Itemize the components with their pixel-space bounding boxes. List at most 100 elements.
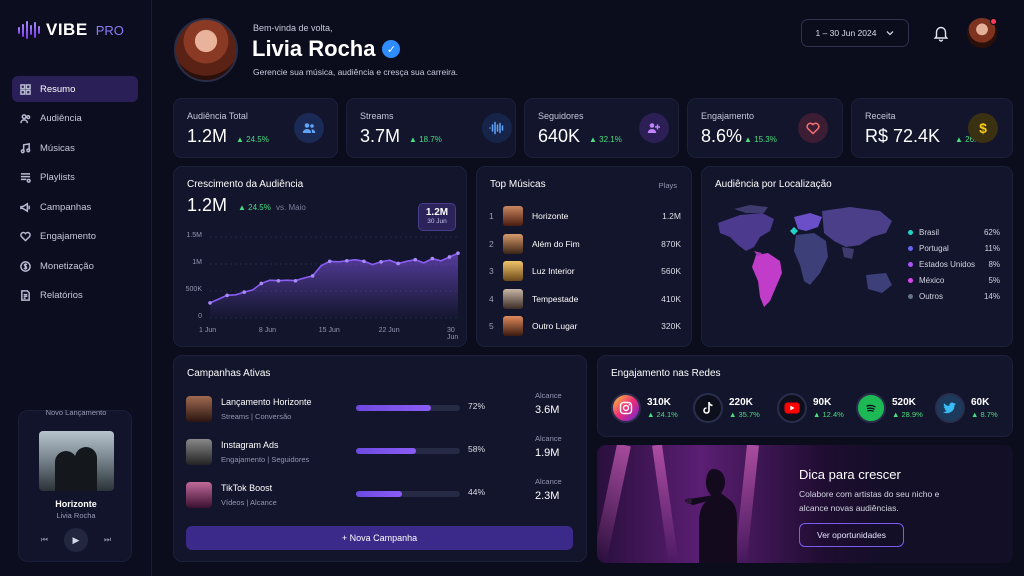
legend-item: México 5%	[908, 274, 1000, 286]
date-range-select[interactable]: 1 – 30 Jun 2024	[801, 19, 909, 47]
release-artist: Livia Rocha	[56, 511, 96, 520]
data-point[interactable]	[362, 259, 366, 264]
nav-item-resumo[interactable]: Resumo	[12, 76, 138, 102]
data-point[interactable]	[208, 301, 212, 305]
logo[interactable]: VIBE PRO	[18, 20, 124, 40]
nav-item-audiencia[interactable]: Audiência	[12, 106, 138, 132]
nav-item-engajamento[interactable]: Engajamento	[12, 224, 138, 250]
social-value: 60K	[971, 397, 990, 408]
bell-icon[interactable]	[932, 24, 950, 42]
legend-country: Estados Unidos	[919, 259, 976, 269]
data-point[interactable]	[242, 290, 247, 294]
verified-icon: ✓	[382, 40, 401, 58]
song-plays: 870K	[661, 238, 681, 249]
song-row[interactable]: 1 Horizonte 1.2M	[489, 205, 681, 227]
see-opportunities-button[interactable]: Ver oportunidades	[799, 523, 904, 547]
campaign-row[interactable]: TikTok Boost Vídeos | Alcance 44% Alcanc…	[186, 477, 564, 514]
stat-change: ▲ 18.7%	[409, 135, 442, 144]
data-point[interactable]	[293, 278, 298, 283]
play-button[interactable]: ▶	[64, 528, 88, 552]
campaign-name: Instagram Ads	[221, 440, 279, 450]
x-tick-label: 1 Jun	[199, 327, 217, 334]
tip-title: Dica para crescer	[799, 467, 901, 482]
song-plays: 320K	[661, 321, 681, 331]
tooltip-value: 1.2M	[425, 207, 449, 218]
social-item-spotify[interactable]: 520K ▲ 28.9%	[856, 392, 923, 424]
page-subtitle: Gerencie sua música, audiência e cresça …	[253, 67, 459, 77]
nav-item-campanhas[interactable]: Campanhas	[12, 194, 138, 220]
previous-icon[interactable]: ⏮	[41, 535, 48, 545]
data-point[interactable]	[447, 255, 452, 259]
song-row[interactable]: 5 Outro Lugar 320K	[489, 315, 681, 337]
data-point[interactable]	[345, 258, 349, 263]
nav-label: Campanhas	[40, 201, 92, 213]
campaign-row[interactable]: Instagram Ads Engajamento | Seguidores 5…	[186, 434, 564, 471]
stat-value: 640K	[538, 126, 581, 146]
stage-light	[597, 445, 631, 562]
grid-icon	[20, 83, 31, 95]
sidebar-nav: Resumo Audiência Músicas Playlists Campa…	[12, 76, 138, 312]
social-item-tiktok[interactable]: 220K ▲ 35.7%	[693, 392, 760, 424]
reach-label: Alcance	[535, 477, 562, 486]
legend-pct: 11%	[984, 243, 1000, 253]
music-note-icon	[20, 142, 31, 153]
nav-label: Playlists	[40, 172, 75, 183]
social-item-instagram[interactable]: 310K ▲ 24.1%	[611, 392, 678, 424]
release-title: Horizonte	[55, 499, 97, 509]
next-icon[interactable]: ⏭	[104, 535, 111, 545]
new-release-card[interactable]: Novo Lançamento Horizonte Livia Rocha ⏮ …	[18, 408, 132, 562]
tooltip-date: 30 Jun	[427, 218, 447, 225]
reach-value: 3.6M	[535, 404, 560, 416]
data-point[interactable]	[396, 261, 400, 266]
data-point[interactable]	[430, 256, 435, 261]
stat-card-revenue: Receita R$ 72.4K ▲ 26.8% $	[851, 98, 1013, 158]
report-icon	[21, 290, 30, 301]
reach-value: 2.3M	[535, 490, 560, 502]
data-point[interactable]	[276, 278, 281, 283]
data-point[interactable]	[413, 257, 418, 262]
song-thumbnail	[503, 261, 523, 281]
social-change: ▲ 35.7%	[729, 410, 760, 419]
social-item-twitter[interactable]: 60K ▲ 8.7%	[935, 392, 998, 424]
nav-item-relatorios[interactable]: Relatórios	[12, 283, 138, 309]
nav-item-musicas[interactable]: Músicas	[12, 135, 138, 161]
social-change: ▲ 12.4%	[813, 410, 844, 419]
dollar-icon	[20, 260, 31, 272]
reach-label: Alcance	[535, 391, 562, 400]
top-songs-card: Top Músicas Plays 1 Horizonte 1.2M 2 Alé…	[476, 166, 692, 347]
data-point[interactable]	[456, 251, 460, 255]
social-change: ▲ 28.9%	[892, 410, 923, 419]
legend-item: Outros 14%	[908, 290, 1000, 302]
data-point[interactable]	[259, 281, 264, 286]
tiktok-icon	[693, 393, 723, 423]
social-value: 310K	[647, 397, 671, 408]
nav-item-monetizacao[interactable]: Monetização	[12, 253, 138, 279]
user-avatar[interactable]	[967, 18, 997, 48]
playlist-icon	[20, 173, 31, 183]
song-thumbnail	[503, 288, 523, 309]
campaign-name: Lançamento Horizonte	[221, 397, 312, 407]
release-label: Novo Lançamento	[45, 408, 107, 417]
x-tick-label: 8 Jun	[258, 327, 276, 334]
release-cover	[39, 431, 114, 491]
song-row[interactable]: 2 Além do Fim 870K	[489, 233, 681, 255]
song-row[interactable]: 3 Luz Interior 560K	[489, 260, 681, 282]
legend-country: Brasil	[919, 227, 940, 237]
campaign-percent: 44%	[468, 487, 486, 497]
artist-name: Livia Rocha	[252, 36, 376, 61]
data-point[interactable]	[327, 259, 332, 264]
social-item-youtube[interactable]: 90K ▲ 12.4%	[777, 392, 844, 424]
new-campaign-button[interactable]: + Nova Campanha	[186, 526, 573, 550]
x-tick-label: 30 Jun	[447, 327, 459, 341]
campaign-progress	[356, 491, 460, 497]
legend-item: Portugal 11%	[908, 242, 1000, 254]
data-point[interactable]	[379, 260, 383, 264]
data-point[interactable]	[310, 274, 315, 278]
data-point[interactable]	[225, 293, 229, 298]
audience-location-card: Audiência por Localização Brasil 62% Port…	[701, 166, 1013, 347]
song-row[interactable]: 4 Tempestade 410K	[489, 288, 681, 310]
campaign-progress	[356, 448, 460, 454]
campaign-row[interactable]: Lançamento Horizonte Streams | Conversão…	[186, 391, 564, 428]
stat-value: R$ 72.4K	[865, 126, 941, 146]
nav-item-playlists[interactable]: Playlists	[12, 165, 138, 191]
